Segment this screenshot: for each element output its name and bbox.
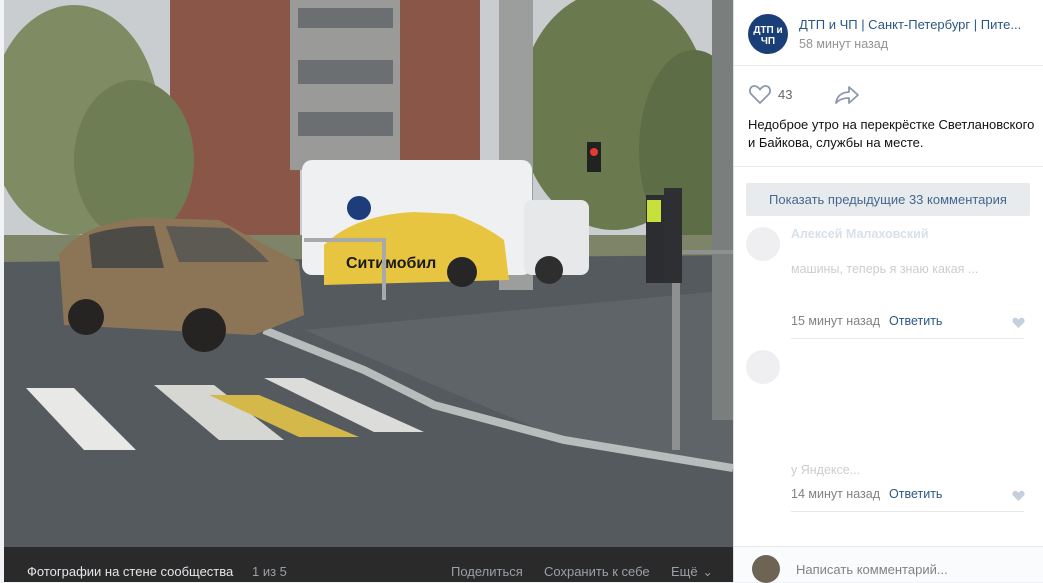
- save-link[interactable]: Сохранить к себе: [544, 564, 650, 579]
- share-link[interactable]: Поделиться: [451, 564, 523, 579]
- comment-avatar[interactable]: [746, 227, 780, 261]
- heart-icon[interactable]: [748, 83, 772, 105]
- post-time[interactable]: 58 минут назад: [799, 37, 888, 51]
- comment-time[interactable]: 15 минут назад: [791, 314, 880, 328]
- divider: [791, 338, 1024, 339]
- comment-author[interactable]: Алексей Малаховский: [791, 227, 929, 241]
- comment-time[interactable]: 14 минут назад: [791, 487, 880, 501]
- comment-avatar[interactable]: [746, 350, 780, 384]
- divider: [791, 511, 1024, 512]
- show-previous-comments-button[interactable]: Показать предыдущие 33 комментария: [746, 183, 1030, 216]
- album-title[interactable]: Фотографии на стене сообщества: [27, 564, 233, 579]
- comment-input[interactable]: Написать комментарий...: [796, 562, 1026, 577]
- group-avatar[interactable]: ДТП и ЧП: [748, 14, 788, 54]
- photo-area[interactable]: Ситимобил: [4, 0, 733, 547]
- post-header: ДТП и ЧП ДТП и ЧП | Санкт-Петербург | Пи…: [734, 0, 1043, 66]
- side-panel: ДТП и ЧП ДТП и ЧП | Санкт-Петербург | Пи…: [733, 0, 1043, 583]
- avatar-label: ДТП и ЧП: [753, 25, 783, 47]
- comment-heart-icon[interactable]: [1012, 490, 1025, 501]
- comment-text: машины, теперь я знаю какая ...: [791, 262, 979, 276]
- accident-photo: Ситимобил: [4, 0, 733, 547]
- more-menu[interactable]: Ещё: [671, 564, 713, 579]
- share-icon[interactable]: [834, 85, 860, 105]
- taxi-sign: Ситимобил: [346, 255, 436, 272]
- reply-link[interactable]: Ответить: [889, 314, 942, 328]
- photo-viewer: Ситимобил Фотографии на стене сообщества…: [0, 0, 1043, 583]
- like-count: 43: [778, 87, 793, 102]
- post-text: Недоброе утро на перекрёстке Светлановск…: [748, 117, 1035, 150]
- reply-link[interactable]: Ответить: [889, 487, 942, 501]
- comment-heart-icon[interactable]: [1012, 317, 1025, 328]
- photo-counter: 1 из 5: [252, 564, 287, 579]
- photo-footer: Фотографии на стене сообщества 1 из 5 По…: [4, 547, 733, 582]
- comment-composer: Написать комментарий...: [734, 546, 1043, 583]
- user-avatar[interactable]: [752, 555, 780, 583]
- divider: [734, 166, 1043, 167]
- group-name[interactable]: ДТП и ЧП | Санкт-Петербург | Пите...: [799, 17, 1034, 32]
- comment-text: у Яндексе...: [791, 463, 861, 477]
